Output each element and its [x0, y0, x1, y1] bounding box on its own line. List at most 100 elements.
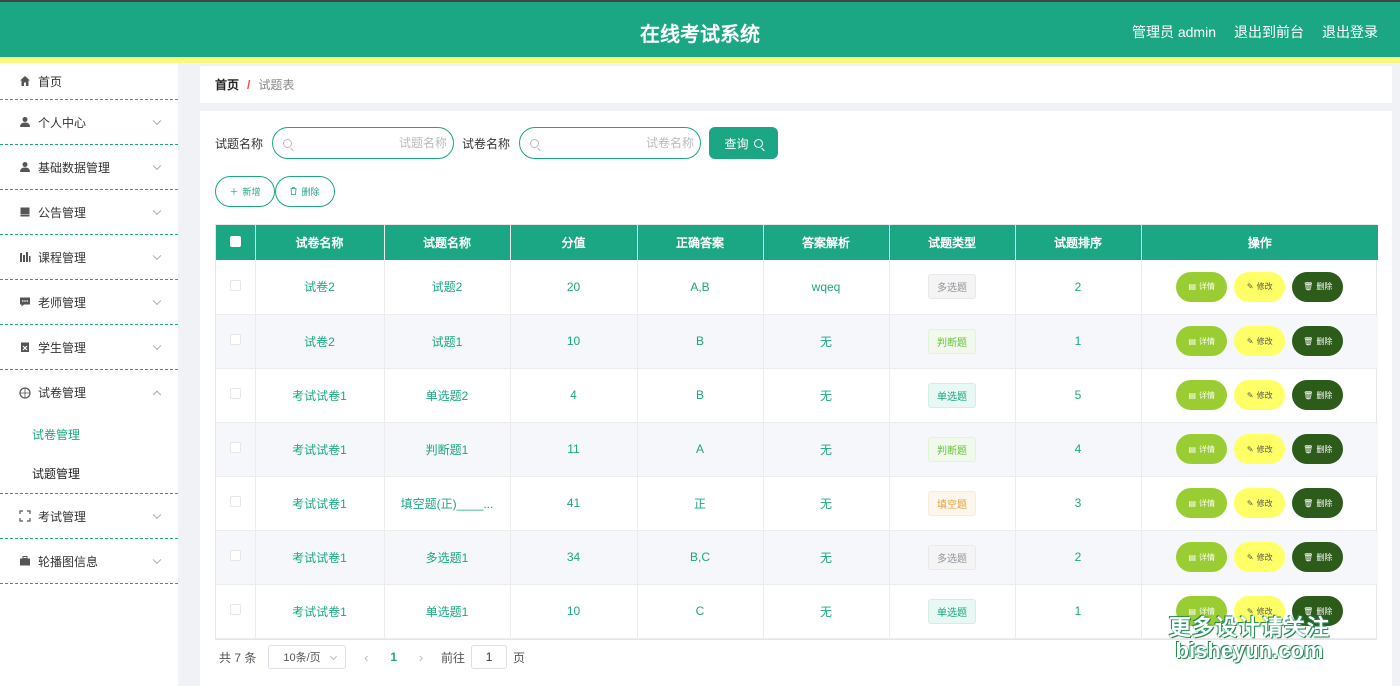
column-header[interactable]: 分值	[510, 225, 638, 260]
column-header[interactable]: 试题类型	[889, 225, 1016, 260]
cell-analysis: wqeq	[763, 260, 890, 315]
exit-to-front-link[interactable]: 退出到前台	[1234, 22, 1304, 42]
column-header[interactable]: 试题排序	[1015, 225, 1142, 260]
edit-button[interactable]: ✎ 修改	[1234, 271, 1286, 302]
row-checkbox[interactable]	[229, 604, 241, 615]
delete-button[interactable]: 🗑 删除	[1292, 488, 1344, 518]
detail-button[interactable]: ▤ 详情	[1176, 271, 1228, 302]
sidebar-item-home[interactable]: 首页	[0, 63, 178, 100]
page-size-select[interactable]: 10条/页	[268, 645, 347, 669]
logout-link[interactable]: 退出登录	[1322, 22, 1378, 42]
delete-button[interactable]: 🗑 删除	[1292, 380, 1344, 410]
sidebar-item-paper-management[interactable]: 试卷管理	[0, 370, 178, 415]
sidebar-item-course[interactable]: 课程管理	[0, 235, 178, 280]
cell-paper-name: 考试试卷1	[255, 368, 385, 423]
edit-button-label: 修改	[1256, 390, 1273, 400]
message-icon	[18, 295, 32, 309]
cell-correct-answer: B,C	[637, 530, 764, 585]
watermark-line-2: bisheyun.com	[1175, 637, 1324, 663]
admin-user-label[interactable]: 管理员 admin	[1132, 22, 1216, 42]
edit-button[interactable]: ✎ 修改	[1234, 542, 1286, 572]
question-table: 试卷名称 试题名称 分值 正确答案 答案解析 试题类型 试题排序 操作 试卷2 试…	[215, 224, 1378, 640]
sidebar-item-student[interactable]: 学生管理	[0, 325, 178, 370]
edit-button[interactable]: ✎ 修改	[1234, 380, 1286, 410]
detail-button[interactable]: ▤ 详情	[1176, 326, 1228, 356]
sidebar-item-exam[interactable]: 考试管理	[0, 494, 178, 539]
delete-button[interactable]: 🗑 删除	[1292, 326, 1344, 356]
sidebar-subitem-paper[interactable]: 试卷管理	[0, 415, 178, 454]
edit-button-label: 修改	[1256, 552, 1273, 562]
column-header[interactable]: 试题名称	[384, 225, 511, 260]
sidebar-item-label: 学生管理	[38, 340, 87, 355]
cell-question-name: 单选题1	[384, 584, 511, 639]
delete-button[interactable]: 🗑 删除	[1292, 434, 1344, 464]
search-icon	[283, 138, 293, 148]
detail-button[interactable]: ▤ 详情	[1176, 488, 1228, 518]
delete-button[interactable]: 🗑 删除	[1292, 271, 1344, 302]
row-checkbox[interactable]	[229, 550, 241, 561]
query-button[interactable]: 查询	[709, 127, 779, 159]
cell-question-type: 填空题	[889, 476, 1016, 531]
sidebar-item-notice[interactable]: 公告管理	[0, 190, 178, 235]
header-actions: 管理员 admin 退出到前台 退出登录	[1132, 22, 1378, 42]
next-page-button[interactable]: ›	[411, 650, 431, 665]
delete-button-label: 删除	[1316, 498, 1333, 508]
detail-button[interactable]: ▤ 详情	[1176, 380, 1228, 410]
delete-button-label: 删除	[1316, 336, 1333, 346]
edit-button[interactable]: ✎ 修改	[1234, 326, 1286, 356]
current-page-number[interactable]: 1	[390, 650, 397, 664]
sidebar-item-carousel[interactable]: 轮播图信息	[0, 539, 178, 584]
add-button[interactable]: ＋ 新增	[215, 176, 275, 207]
edit-button[interactable]: ✎ 修改	[1234, 434, 1286, 464]
pencil-icon: ✎	[1246, 282, 1254, 292]
chevron-down-icon	[152, 161, 162, 171]
trash-icon: 🗑	[1303, 498, 1314, 508]
cell-correct-answer: A,B	[637, 260, 764, 315]
row-checkbox[interactable]	[229, 388, 241, 399]
edit-button[interactable]: ✎ 修改	[1234, 488, 1286, 518]
question-type-badge: 单选题	[928, 382, 976, 408]
sidebar-item-label: 基础数据管理	[38, 160, 111, 175]
row-checkbox[interactable]	[229, 442, 241, 453]
row-select-cell	[216, 530, 256, 585]
column-header[interactable]: 答案解析	[763, 225, 890, 260]
sidebar-item-basic-data[interactable]: 基础数据管理	[0, 145, 178, 190]
select-all-checkbox[interactable]	[229, 235, 241, 247]
detail-button-label: 详情	[1199, 444, 1216, 454]
column-header[interactable]: 试卷名称	[255, 225, 385, 260]
question-type-badge: 多选题	[928, 544, 976, 570]
breadcrumb-home[interactable]: 首页	[215, 76, 239, 93]
row-select-cell	[216, 260, 256, 315]
frame-icon	[18, 509, 32, 523]
cell-order: 4	[1015, 422, 1142, 477]
document-icon: ▤	[1188, 498, 1197, 508]
cell-operations: ▤ 详情 ✎ 修改 🗑 删除	[1141, 314, 1378, 369]
row-checkbox[interactable]	[229, 334, 241, 345]
question-type-badge: 判断题	[928, 436, 976, 462]
cell-question-type: 判断题	[889, 422, 1016, 477]
paper-name-input[interactable]	[539, 136, 707, 150]
detail-button[interactable]: ▤ 详情	[1176, 434, 1228, 464]
detail-button[interactable]: ▤ 详情	[1176, 542, 1228, 572]
cell-question-type: 单选题	[889, 368, 1016, 423]
row-checkbox[interactable]	[229, 496, 241, 507]
prev-page-button[interactable]: ‹	[356, 650, 376, 665]
top-header: 在线考试系统 管理员 admin 退出到前台 退出登录	[0, 0, 1400, 57]
delete-button[interactable]: 🗑 删除	[1292, 542, 1344, 572]
cell-question-name: 判断题1	[384, 422, 511, 477]
delete-button-label: 删除	[1316, 552, 1333, 562]
search-form: 试题名称 试卷名称 查询	[215, 127, 779, 159]
batch-delete-button[interactable]: 删除	[275, 176, 335, 207]
goto-page-input[interactable]	[471, 645, 508, 669]
sidebar-item-personal-center[interactable]: 个人中心	[0, 100, 178, 145]
briefcase-icon	[18, 554, 32, 568]
cell-question-type: 多选题	[889, 260, 1016, 315]
sidebar-subitem-question[interactable]: 试题管理	[0, 454, 178, 493]
pencil-icon: ✎	[1246, 552, 1254, 562]
question-name-input[interactable]	[292, 136, 460, 150]
table-row: 考试试卷1 多选题1 34 B,C 无多选题 2 ▤ 详情 ✎ 修改 🗑 删除	[216, 530, 1378, 585]
column-header[interactable]: 正确答案	[637, 225, 764, 260]
cell-operations: ▤ 详情 ✎ 修改 🗑 删除	[1141, 476, 1378, 531]
row-checkbox[interactable]	[229, 279, 241, 291]
sidebar-item-teacher[interactable]: 老师管理	[0, 280, 178, 325]
